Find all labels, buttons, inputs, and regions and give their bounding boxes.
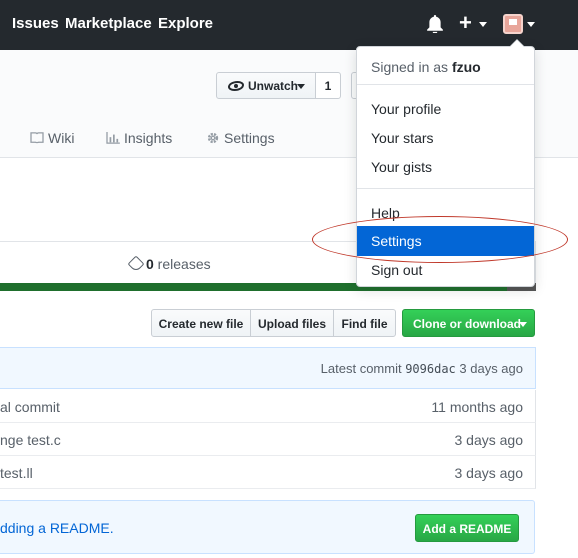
- clone-or-download-button[interactable]: Clone or download: [402, 309, 535, 337]
- avatar[interactable]: [503, 14, 523, 34]
- commit-age: 3 days ago: [454, 432, 524, 448]
- header-bar: Issues Marketplace Explore +: [0, 0, 578, 50]
- menu-item-your-profile[interactable]: Your profile: [357, 94, 534, 124]
- menu-item-settings[interactable]: Settings: [357, 226, 534, 256]
- graph-icon: [106, 132, 120, 144]
- eye-icon: [228, 81, 244, 91]
- bell-icon[interactable]: [427, 15, 443, 33]
- chevron-down-icon: [519, 322, 527, 327]
- upload-files-button[interactable]: Upload files: [250, 309, 334, 337]
- releases-count: 0: [146, 256, 154, 272]
- find-file-button[interactable]: Find file: [333, 309, 396, 337]
- add-readme-button[interactable]: Add a README: [415, 514, 519, 542]
- unwatch-button[interactable]: Unwatch: [216, 72, 316, 99]
- commit-message-link[interactable]: test.ll: [0, 465, 33, 481]
- commit-sha-link[interactable]: 9096dac: [405, 362, 456, 376]
- table-row: al commit 11 months ago: [0, 390, 536, 423]
- commit-message-link[interactable]: nge test.c: [0, 432, 61, 448]
- plus-icon[interactable]: +: [459, 12, 472, 34]
- tab-settings[interactable]: Settings: [206, 130, 275, 146]
- commit-age: 11 months ago: [431, 399, 523, 415]
- latest-commit-text: Latest commit 9096dac 3 days ago: [321, 361, 523, 376]
- nav-explore-link[interactable]: Explore: [158, 15, 213, 32]
- create-new-file-button[interactable]: Create new file: [151, 309, 251, 337]
- signed-in-label: Signed in as: [371, 59, 452, 75]
- tab-settings-label: Settings: [224, 130, 275, 146]
- unwatch-label: Unwatch: [248, 79, 299, 93]
- latest-commit-bar: Latest commit 9096dac 3 days ago: [0, 347, 536, 389]
- commit-age: 3 days ago: [454, 465, 524, 481]
- user-dropdown-menu: Signed in as fzuo Your profile Your star…: [356, 39, 535, 287]
- readme-prompt: dding a README. Add a README: [0, 500, 535, 554]
- chevron-down-icon[interactable]: [527, 22, 535, 27]
- table-row: test.ll 3 days ago: [0, 456, 536, 489]
- releases-link[interactable]: 0 releases: [127, 255, 211, 273]
- chevron-down-icon: [297, 84, 305, 89]
- tab-insights[interactable]: Insights: [106, 130, 172, 146]
- gear-icon: [207, 132, 219, 144]
- chevron-down-icon[interactable]: [479, 22, 487, 27]
- tab-insights-label: Insights: [124, 130, 173, 146]
- menu-item-your-stars[interactable]: Your stars: [357, 123, 534, 153]
- tag-icon: [127, 255, 145, 273]
- nav-marketplace-link[interactable]: Marketplace: [65, 15, 152, 32]
- watch-count[interactable]: 1: [315, 72, 341, 99]
- clone-label: Clone or download: [413, 317, 521, 331]
- menu-item-sign-out[interactable]: Sign out: [357, 255, 534, 285]
- releases-label: releases: [153, 256, 211, 272]
- book-icon: [30, 132, 44, 144]
- menu-item-your-gists[interactable]: Your gists: [357, 152, 534, 182]
- latest-commit-prefix: Latest commit: [320, 361, 406, 376]
- menu-divider: [357, 188, 534, 189]
- commit-message-link[interactable]: al commit: [0, 399, 60, 415]
- username: fzuo: [451, 59, 481, 75]
- nav-issues-link[interactable]: Issues: [12, 15, 59, 32]
- signed-in-as: Signed in as fzuo: [371, 59, 481, 75]
- tab-wiki[interactable]: Wiki: [30, 130, 74, 146]
- readme-prompt-text: dding a README.: [0, 520, 114, 536]
- menu-item-help[interactable]: Help: [357, 198, 534, 228]
- tab-wiki-label: Wiki: [48, 130, 75, 146]
- commit-age: 3 days ago: [455, 361, 523, 376]
- table-row: nge test.c 3 days ago: [0, 423, 536, 456]
- menu-divider: [357, 84, 534, 85]
